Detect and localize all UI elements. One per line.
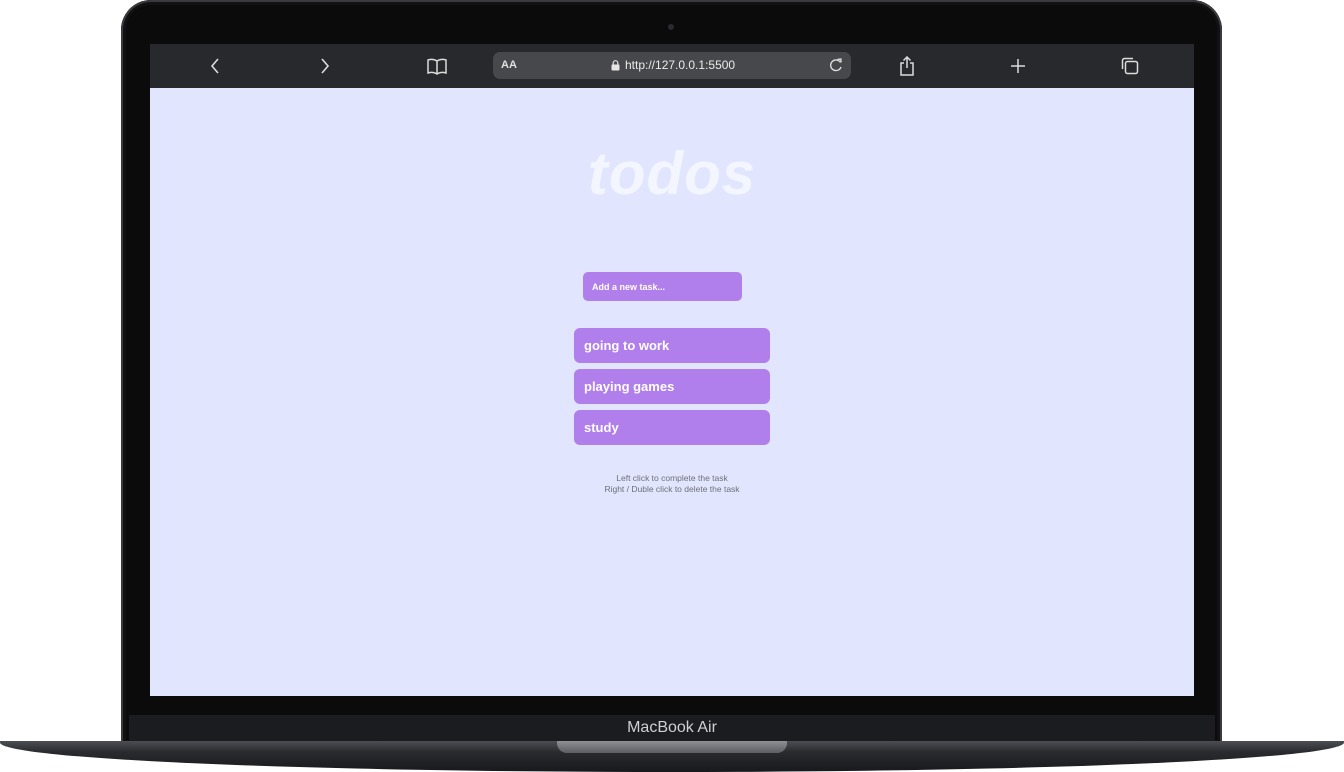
tabs-overview-button[interactable]	[1116, 52, 1144, 80]
chevron-left-icon	[210, 58, 219, 74]
share-button[interactable]	[893, 52, 921, 80]
url-display: http://127.0.0.1:5500	[611, 58, 735, 72]
text-size-button[interactable]: AA	[501, 59, 517, 71]
chevron-right-icon	[321, 58, 330, 74]
share-icon	[900, 56, 914, 76]
address-bar[interactable]: AA http://127.0.0.1:5500	[493, 52, 851, 79]
bookmarks-button[interactable]	[423, 52, 451, 80]
todo-item[interactable]: playing games	[574, 369, 770, 404]
todo-list: going to work playing games study	[574, 328, 770, 451]
book-icon	[427, 58, 447, 75]
todo-item[interactable]: study	[574, 410, 770, 445]
new-task-input[interactable]	[583, 272, 742, 301]
laptop-notch	[557, 741, 787, 753]
url-text: http://127.0.0.1:5500	[625, 58, 736, 72]
plus-icon	[1011, 59, 1025, 73]
new-tab-button[interactable]	[1004, 52, 1032, 80]
todo-item[interactable]: going to work	[574, 328, 770, 363]
camera-dot	[668, 24, 674, 30]
hint-delete: Right / Duble click to delete the task	[604, 484, 740, 494]
reload-icon[interactable]	[827, 56, 845, 74]
usage-hint: Left click to complete the task Right / …	[150, 473, 1194, 495]
back-button[interactable]	[201, 52, 229, 80]
hint-complete: Left click to complete the task	[616, 473, 728, 483]
tabs-icon	[1121, 57, 1139, 75]
browser-screen: AA http://127.0.0.1:5500 todos going to …	[150, 44, 1194, 696]
forward-button[interactable]	[311, 52, 339, 80]
lock-icon	[611, 59, 620, 70]
device-label: MacBook Air	[627, 719, 717, 736]
browser-toolbar: AA http://127.0.0.1:5500	[150, 44, 1194, 88]
laptop-mockup: AA http://127.0.0.1:5500 todos going to …	[0, 0, 1344, 772]
page-title: todos	[587, 140, 757, 207]
